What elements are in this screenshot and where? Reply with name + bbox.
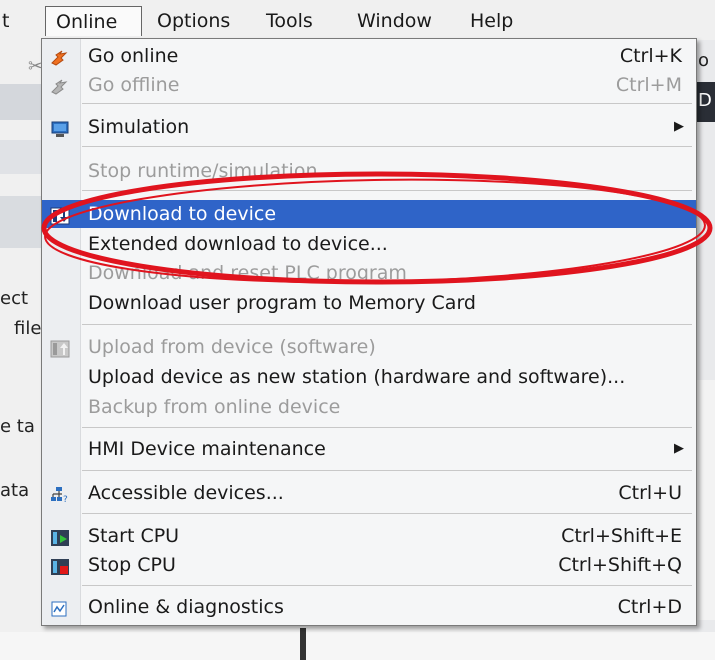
download-icon (50, 205, 70, 225)
menu-item-start-cpu[interactable]: Start CPU Ctrl+Shift+E (42, 522, 696, 550)
menu-separator (82, 324, 692, 325)
menu-item-stop-runtime[interactable]: Stop runtime/simulation (42, 157, 696, 185)
menu-separator (82, 470, 692, 471)
online-dropdown-menu: Go online Ctrl+K Go offline Ctrl+M Simul… (41, 38, 697, 626)
background-text-fragment: file (14, 318, 42, 339)
menu-edit-partial[interactable]: t (2, 6, 9, 36)
menu-item-go-offline[interactable]: Go offline Ctrl+M (42, 71, 696, 99)
background-bottom-divider (300, 628, 306, 660)
start-cpu-icon (50, 527, 70, 546)
go-offline-icon (50, 76, 70, 95)
menu-item-download-reset[interactable]: Download and reset PLC program (42, 259, 696, 287)
menu-window[interactable]: Window (357, 6, 432, 36)
background-text-fragment: D (698, 90, 712, 111)
menu-help[interactable]: Help (470, 6, 513, 36)
background-text-fragment: o (698, 50, 710, 71)
svg-text:?: ? (63, 495, 68, 504)
upload-icon (50, 338, 70, 358)
menu-item-hmi-maintenance[interactable]: HMI Device maintenance ▶ (42, 435, 696, 463)
stop-cpu-icon (50, 556, 70, 575)
background-bottom-area (0, 632, 715, 660)
menu-item-download-to-device[interactable]: Download to device (42, 200, 696, 228)
menu-item-simulation[interactable]: Simulation ▶ (42, 113, 696, 141)
menu-item-online-diagnostics[interactable]: Online & diagnostics Ctrl+D (42, 593, 696, 621)
menu-item-accessible-devices[interactable]: ? Accessible devices... Ctrl+U (42, 479, 696, 507)
simulation-icon (50, 118, 70, 137)
menu-item-upload-from-device[interactable]: Upload from device (software) (42, 333, 696, 361)
menu-item-extended-download[interactable]: Extended download to device... (42, 230, 696, 258)
menu-item-stop-cpu[interactable]: Stop CPU Ctrl+Shift+Q (42, 551, 696, 579)
menu-item-backup-online[interactable]: Backup from online device (42, 393, 696, 421)
menu-options[interactable]: Options (157, 6, 230, 36)
submenu-arrow-icon: ▶ (674, 119, 684, 134)
go-online-icon (50, 47, 70, 66)
menu-separator (82, 585, 692, 586)
menu-tools[interactable]: Tools (266, 6, 313, 36)
network-devices-icon: ? (50, 484, 70, 505)
submenu-arrow-icon: ▶ (674, 441, 684, 456)
menu-item-go-online[interactable]: Go online Ctrl+K (42, 42, 696, 70)
background-text-fragment: ect (0, 288, 29, 309)
background-text-fragment: ata (0, 480, 30, 501)
menu-separator (82, 146, 692, 147)
menu-separator (82, 427, 692, 428)
menubar: t Online Options Tools Window Help (0, 0, 715, 40)
menu-separator (82, 513, 692, 514)
menu-separator (82, 190, 692, 191)
menu-separator (82, 103, 692, 104)
diagnostics-icon (50, 598, 70, 617)
background-text-fragment: e ta (0, 416, 35, 437)
menu-item-upload-new-station[interactable]: Upload device as new station (hardware a… (42, 363, 696, 391)
menu-item-download-user-program[interactable]: Download user program to Memory Card (42, 289, 696, 317)
menu-online[interactable]: Online (45, 6, 142, 36)
